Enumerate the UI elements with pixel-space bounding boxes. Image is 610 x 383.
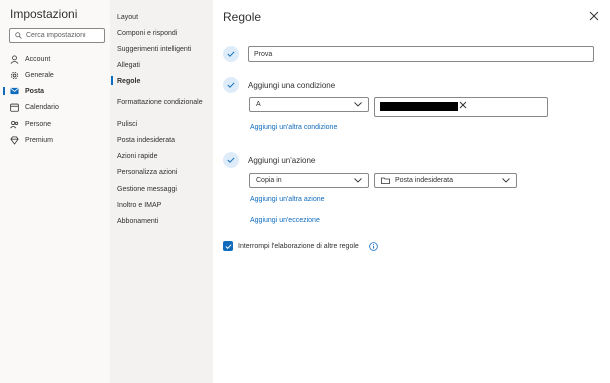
panel-title: Regole [223, 10, 262, 24]
menu-item-suggestions[interactable]: Suggerimenti intelligenti [117, 46, 191, 53]
calendar-icon [10, 103, 19, 112]
close-icon[interactable] [589, 11, 599, 21]
menu-item-subscriptions[interactable]: Abbonamenti [117, 218, 158, 225]
menu-item-rules[interactable]: Regole [117, 78, 140, 85]
nav-item-people[interactable]: Persone [0, 117, 110, 131]
settings-nav: Impostazioni Account Generale Posta Cale… [0, 0, 110, 383]
menu-item-forwarding-imap[interactable]: Inoltro e IMAP [117, 202, 161, 209]
nav-item-label: Calendario [25, 103, 59, 111]
step-complete-icon [223, 46, 239, 62]
mail-icon [10, 87, 19, 96]
action-label: Aggiungi un'azione [248, 156, 316, 165]
rule-name-field[interactable] [248, 46, 594, 62]
mail-settings-menu: Layout Componi e rispondi Suggerimenti i… [110, 0, 213, 383]
add-action-link[interactable]: Aggiungi un'altra azione [250, 196, 325, 203]
rule-name-input[interactable] [254, 50, 588, 58]
condition-dropdown[interactable]: A [249, 97, 369, 112]
nav-item-label: Premium [25, 136, 54, 144]
redacted-recipient [380, 102, 458, 111]
menu-item-message-handling[interactable]: Gestione messaggi [117, 186, 177, 193]
menu-item-attachments[interactable]: Allegati [117, 62, 140, 69]
folder-icon [381, 177, 390, 184]
app-title: Impostazioni [10, 7, 78, 21]
step-complete-icon [223, 77, 239, 93]
stop-processing-label: Interrompi l'elaborazione di altre regol… [238, 243, 359, 250]
dropdown-value: Posta indesiderata [395, 177, 453, 184]
menu-item-conditional-formatting[interactable]: Formattazione condizionale [117, 99, 203, 106]
info-icon[interactable] [369, 242, 378, 251]
nav-item-label: Posta [25, 87, 45, 95]
action-dropdown[interactable]: Copia in [249, 173, 369, 188]
folder-dropdown[interactable]: Posta indesiderata [374, 173, 517, 188]
nav-item-mail[interactable]: Posta [0, 84, 110, 98]
stop-processing-checkbox[interactable] [223, 241, 233, 251]
menu-item-quick-actions[interactable]: Azioni rapide [117, 153, 157, 160]
menu-item-layout[interactable]: Layout [117, 14, 138, 21]
checkmark-icon [224, 243, 232, 249]
nav-item-general[interactable]: Generale [0, 68, 110, 82]
condition-label: Aggiungi una condizione [248, 81, 336, 90]
add-condition-link[interactable]: Aggiungi un'altra condizione [250, 124, 337, 131]
gear-icon [10, 71, 19, 80]
recipient-picker[interactable] [374, 97, 548, 117]
nav-item-label: Account [25, 55, 51, 63]
close-icon[interactable] [459, 101, 467, 109]
active-indicator [111, 76, 113, 85]
search-box[interactable] [9, 28, 105, 43]
menu-item-junk[interactable]: Posta indesiderata [117, 137, 175, 144]
dropdown-value: Copia in [256, 177, 282, 184]
people-icon [10, 120, 19, 129]
diamond-icon [10, 135, 19, 145]
search-icon [15, 32, 22, 39]
menu-item-compose[interactable]: Componi e rispondi [117, 30, 177, 37]
nav-item-label: Persone [25, 120, 52, 128]
nav-item-label: Generale [25, 71, 54, 79]
nav-item-premium[interactable]: Premium [0, 133, 110, 147]
chevron-down-icon [354, 178, 362, 183]
add-exception-link[interactable]: Aggiungi un'eccezione [250, 217, 320, 224]
menu-item-customize-actions[interactable]: Personalizza azioni [117, 169, 177, 176]
chevron-down-icon [502, 178, 510, 183]
dropdown-value: A [256, 101, 261, 108]
user-icon [10, 54, 19, 64]
rules-panel: Regole Aggiungi una condizione A Aggiung… [213, 0, 610, 383]
nav-item-account[interactable]: Account [0, 52, 110, 66]
step-complete-icon [223, 152, 239, 168]
menu-item-sweep[interactable]: Pulisci [117, 121, 137, 128]
chevron-down-icon [354, 102, 362, 107]
search-input[interactable] [26, 32, 102, 39]
nav-item-calendar[interactable]: Calendario [0, 100, 110, 114]
